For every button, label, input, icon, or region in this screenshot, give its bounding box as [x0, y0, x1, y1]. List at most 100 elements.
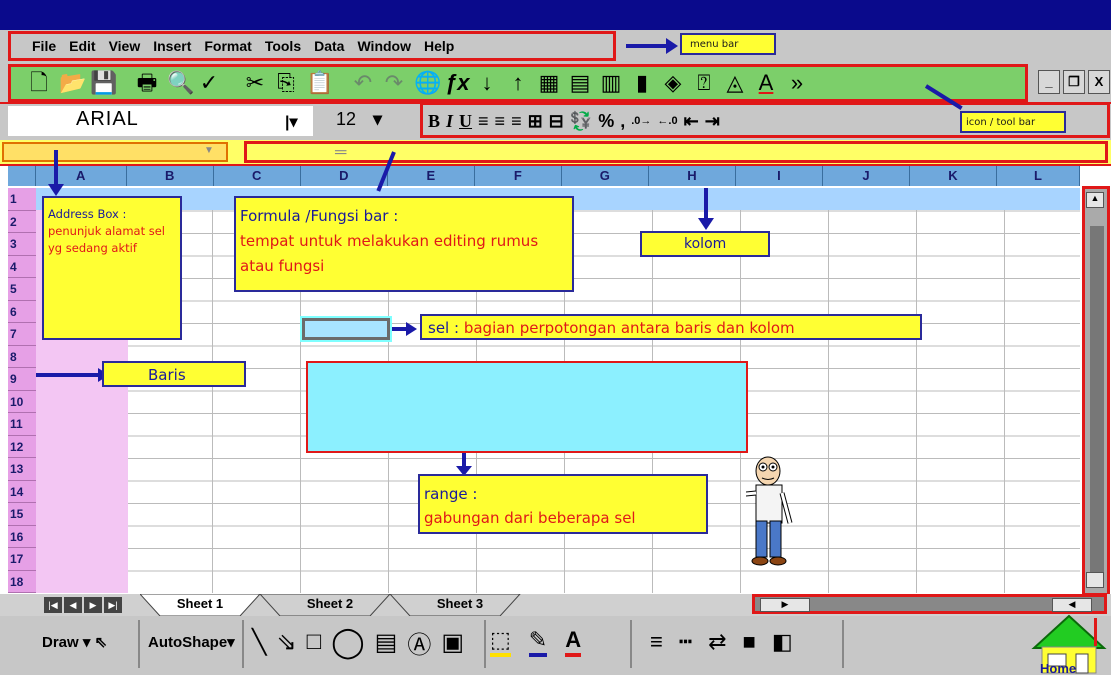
undo-icon[interactable]: ↶: [352, 71, 374, 95]
text-box-icon[interactable]: ▤: [375, 628, 398, 657]
close-icon[interactable]: X: [1088, 70, 1110, 94]
menu-edit[interactable]: Edit: [69, 38, 95, 54]
column-header[interactable]: I: [736, 166, 823, 186]
cut-icon[interactable]: ✂: [244, 71, 266, 95]
column-header[interactable]: F: [475, 166, 562, 186]
column-header[interactable]: L: [997, 166, 1081, 186]
align-left-icon[interactable]: ≡: [478, 111, 489, 132]
comma-style-icon[interactable]: ,: [620, 111, 625, 132]
row-header[interactable]: 16: [8, 526, 36, 548]
column-header[interactable]: H: [649, 166, 736, 186]
arrow-icon[interactable]: ⇘: [276, 628, 296, 657]
sort-ascending-icon[interactable]: ↓: [476, 71, 498, 95]
underline-button[interactable]: U: [459, 111, 472, 132]
menu-format[interactable]: Format: [204, 38, 251, 54]
row-header[interactable]: 15: [8, 503, 36, 526]
menu-tools[interactable]: Tools: [265, 38, 301, 54]
column-header[interactable]: A: [36, 166, 127, 186]
sort-descending-icon[interactable]: ↑: [507, 71, 529, 95]
menu-window[interactable]: Window: [357, 38, 411, 54]
row-header[interactable]: 5: [8, 278, 36, 301]
bold-button[interactable]: B: [428, 111, 440, 132]
scroll-up-icon[interactable]: ▲: [1086, 192, 1104, 208]
row-header[interactable]: 9: [8, 368, 36, 391]
function-icon[interactable]: ƒx: [445, 71, 469, 95]
line-icon[interactable]: ╲: [252, 628, 266, 657]
row-header[interactable]: 13: [8, 458, 36, 481]
vertical-scroll-thumb[interactable]: [1090, 226, 1104, 576]
tab-sheet-1[interactable]: Sheet 1: [160, 594, 240, 616]
column-header[interactable]: K: [910, 166, 997, 186]
office-assistant-icon[interactable]: ⍰: [693, 71, 715, 95]
drawing-icon[interactable]: ◈: [662, 71, 684, 95]
menu-data[interactable]: Data: [314, 38, 344, 54]
italic-button[interactable]: I: [446, 111, 453, 132]
font-color-a-icon[interactable]: A: [565, 627, 582, 657]
formula-input[interactable]: [244, 141, 1108, 163]
redo-icon[interactable]: ↷: [383, 71, 405, 95]
oval-icon[interactable]: ◯: [331, 625, 365, 660]
map-icon[interactable]: ▤: [569, 71, 591, 95]
decrease-decimal-icon[interactable]: ←.0: [657, 115, 677, 127]
chart-wizard-icon[interactable]: ▦: [538, 71, 560, 95]
spelling-icon[interactable]: ✓: [198, 71, 220, 95]
merge-center-icon[interactable]: ⊞: [528, 111, 543, 132]
print-icon[interactable]: 🖶: [136, 71, 158, 95]
font-size-box[interactable]: 12 ▾: [336, 106, 416, 136]
row-header[interactable]: 7: [8, 323, 36, 346]
name-box-dropdown-icon[interactable]: ▼: [204, 145, 214, 156]
menu-view[interactable]: View: [109, 38, 141, 54]
line-color-icon[interactable]: ✎: [528, 627, 548, 657]
scroll-down-icon[interactable]: [1086, 572, 1104, 588]
shadow-icon[interactable]: ■: [743, 629, 756, 655]
increase-indent-icon[interactable]: ⇥: [705, 111, 720, 132]
row-header[interactable]: 2: [8, 211, 36, 233]
align-center-icon[interactable]: ≡: [495, 111, 506, 132]
column-header[interactable]: G: [562, 166, 649, 186]
3d-icon[interactable]: ◧: [772, 629, 793, 655]
borders-icon[interactable]: ⊟: [549, 111, 564, 132]
column-header[interactable]: C: [214, 166, 301, 186]
decrease-indent-icon[interactable]: ⇤: [684, 111, 699, 132]
rectangle-icon[interactable]: □: [307, 628, 322, 656]
row-header[interactable]: 14: [8, 481, 36, 503]
row-header[interactable]: 6: [8, 301, 36, 323]
first-sheet-icon[interactable]: |◀: [44, 597, 62, 613]
select-all-corner[interactable]: [8, 166, 36, 186]
selected-cell[interactable]: [300, 316, 392, 342]
row-header[interactable]: 10: [8, 391, 36, 413]
arrow-style-icon[interactable]: ⇄: [708, 629, 726, 655]
scroll-left-icon[interactable]: ◀: [1052, 598, 1092, 612]
restore-icon[interactable]: ❐: [1063, 70, 1085, 94]
name-box[interactable]: [2, 142, 228, 162]
selected-range[interactable]: [306, 361, 748, 453]
tab-sheet-2[interactable]: Sheet 2: [290, 594, 370, 616]
last-sheet-icon[interactable]: ▶|: [104, 597, 122, 613]
clip-art-icon[interactable]: ▣: [441, 628, 464, 657]
column-header[interactable]: B: [127, 166, 214, 186]
next-sheet-icon[interactable]: ▶: [84, 597, 102, 613]
currency-icon[interactable]: 💱: [570, 111, 592, 132]
menu-help[interactable]: Help: [424, 38, 454, 54]
print-preview-icon[interactable]: 🔍: [167, 71, 194, 95]
increase-decimal-icon[interactable]: .0→: [631, 115, 651, 127]
row-header[interactable]: 11: [8, 413, 36, 436]
more-buttons-icon[interactable]: »: [786, 71, 808, 95]
row-header[interactable]: 17: [8, 548, 36, 571]
percent-button[interactable]: %: [598, 111, 614, 132]
align-right-icon[interactable]: ≡: [511, 111, 522, 132]
draw-menu[interactable]: Draw ▾ ⇖: [42, 633, 107, 651]
scroll-right-icon[interactable]: ▶: [760, 598, 810, 612]
open-icon[interactable]: 📂: [59, 71, 86, 95]
row-header[interactable]: 12: [8, 436, 36, 458]
menu-insert[interactable]: Insert: [153, 38, 191, 54]
autoshape-menu[interactable]: AutoShape▾: [148, 633, 235, 651]
new-icon[interactable]: 🗋: [28, 71, 50, 95]
fill-color-bucket-icon[interactable]: ⬚: [490, 627, 511, 657]
wordart-icon[interactable]: Ⓐ: [407, 625, 431, 660]
font-color-icon[interactable]: A: [755, 71, 777, 95]
bar-chart-icon[interactable]: ▮: [631, 71, 653, 95]
row-header[interactable]: 8: [8, 346, 36, 368]
column-header[interactable]: E: [388, 166, 475, 186]
table-icon[interactable]: ▥: [600, 71, 622, 95]
